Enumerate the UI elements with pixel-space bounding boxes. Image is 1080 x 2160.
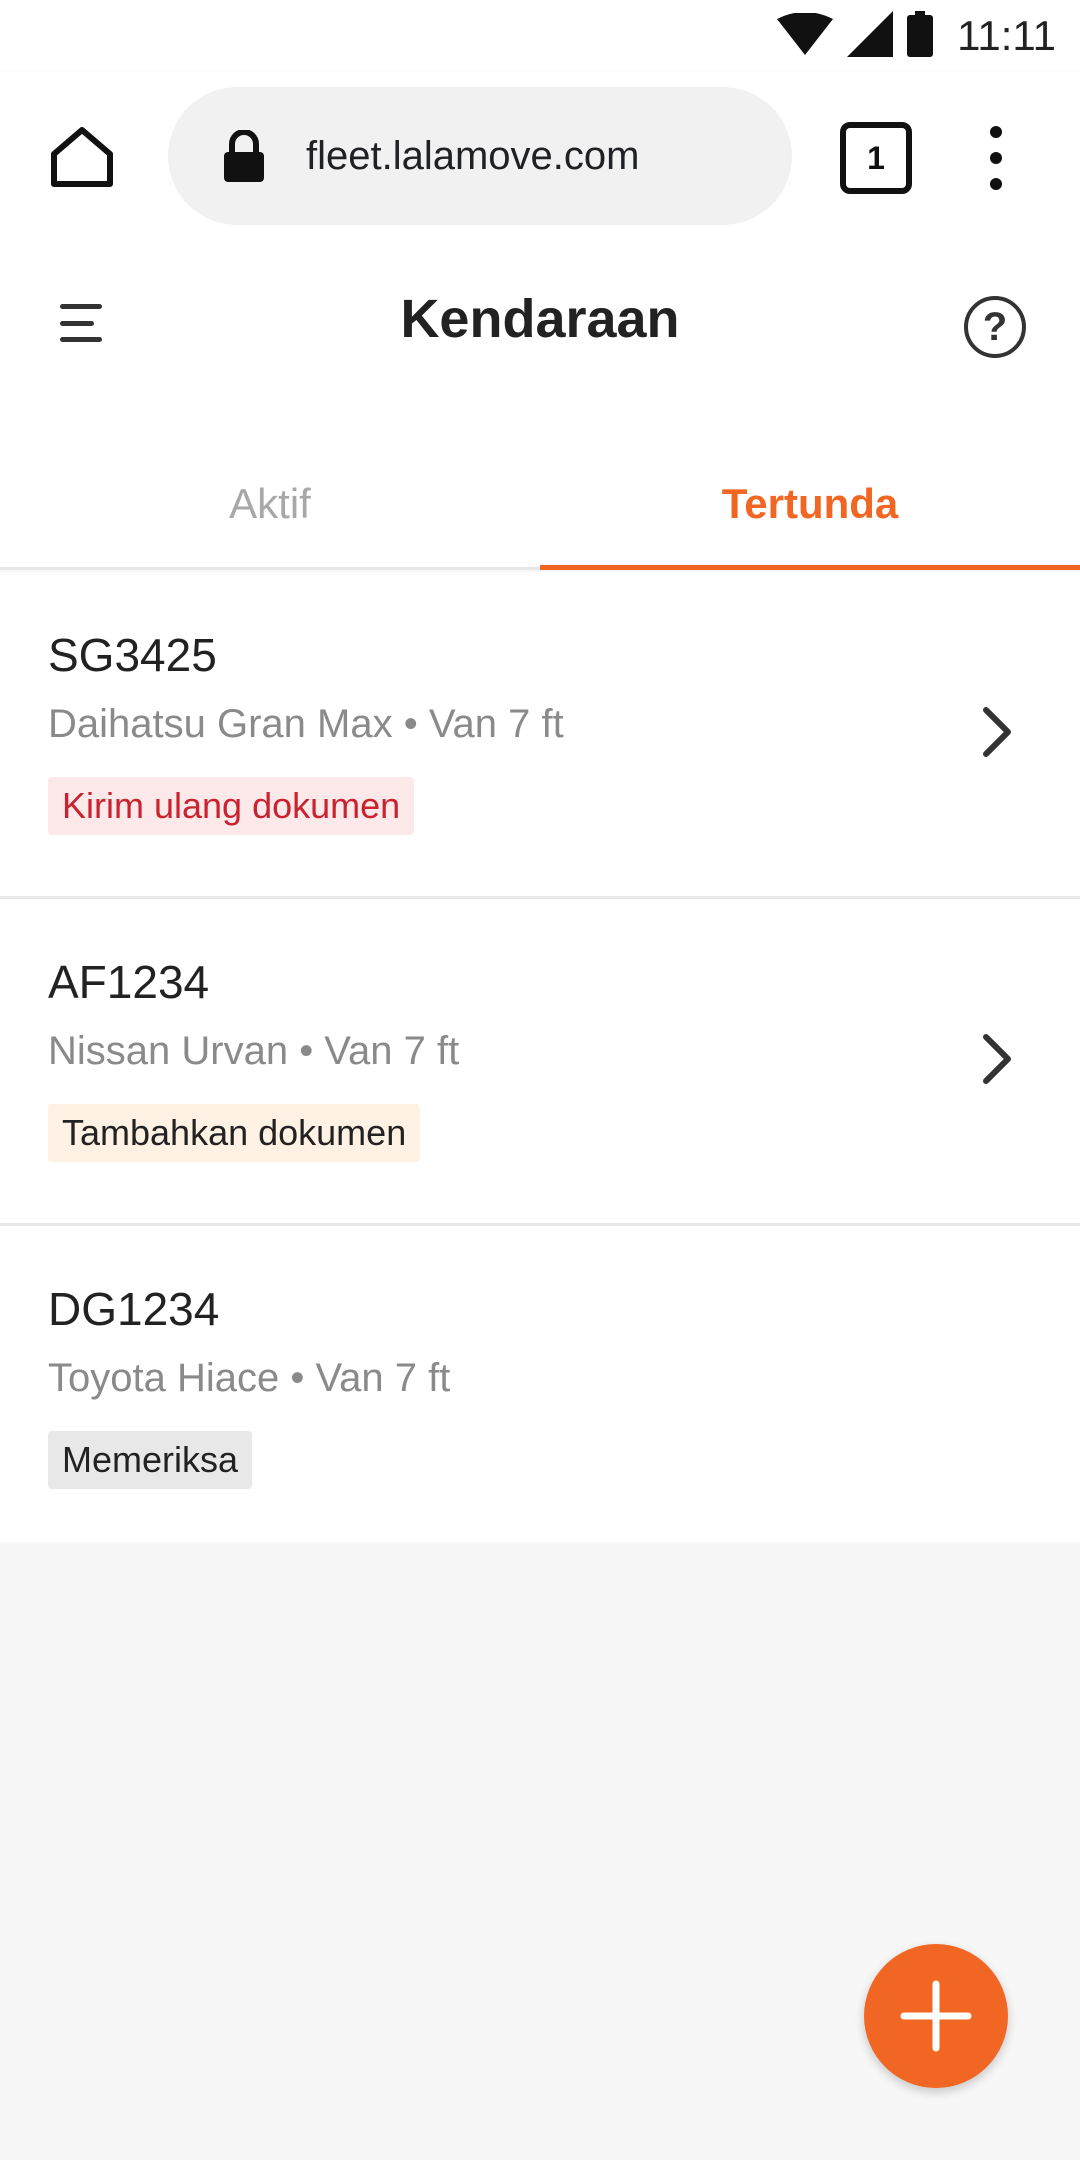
lock-icon	[224, 129, 268, 183]
vehicle-item[interactable]: SG3425 Daihatsu Gran Max • Van 7 ft Kiri…	[0, 572, 1080, 899]
vehicle-plate: SG3425	[48, 629, 217, 681]
home-icon	[51, 127, 113, 187]
vehicle-description: Toyota Hiace • Van 7 ft	[48, 1356, 451, 1400]
plus-icon	[900, 1980, 972, 2052]
home-button[interactable]	[40, 118, 124, 194]
browser-toolbar: fleet.lalamove.com 1	[0, 72, 1080, 240]
vehicle-description: Daihatsu Gran Max • Van 7 ft	[48, 702, 564, 746]
tab-switcher-button[interactable]: 1	[840, 122, 912, 194]
status-badge: Memeriksa	[48, 1431, 253, 1489]
chevron-right-icon	[983, 707, 1011, 757]
more-vert-icon[interactable]	[972, 120, 1020, 196]
tab-bar: Aktif Tertunda	[0, 440, 1080, 570]
status-badge: Kirim ulang dokumen	[48, 777, 415, 835]
status-time: 11:11	[957, 12, 1056, 59]
add-vehicle-button[interactable]	[864, 1944, 1008, 2088]
status-badge: Tambahkan dokumen	[48, 1104, 421, 1162]
signal-icon	[847, 10, 894, 62]
url-bar[interactable]: fleet.lalamove.com	[168, 87, 792, 225]
chevron-right-icon	[983, 1034, 1011, 1084]
page-title: Kendaraan	[400, 289, 680, 349]
app-header: Kendaraan ? Aktif Tertunda	[0, 240, 1080, 570]
tab-tertunda[interactable]: Tertunda	[540, 440, 1080, 570]
vehicle-plate: AF1234	[48, 956, 210, 1008]
tab-aktif[interactable]: Aktif	[0, 440, 540, 567]
status-bar: 11:11	[0, 0, 1080, 72]
vehicle-item[interactable]: DG1234 Toyota Hiace • Van 7 ft Memeriksa	[0, 1226, 1080, 1542]
vehicle-item[interactable]: AF1234 Nissan Urvan • Van 7 ft Tambahkan…	[0, 899, 1080, 1226]
battery-icon	[907, 10, 934, 62]
vehicle-description: Nissan Urvan • Van 7 ft	[48, 1029, 460, 1073]
wifi-icon	[777, 11, 834, 60]
page: 11:11 fleet.lalamove.com 1 Kendaraan ? A…	[0, 0, 1080, 2160]
vehicle-list: SG3425 Daihatsu Gran Max • Van 7 ft Kiri…	[0, 572, 1080, 1542]
vehicle-plate: DG1234	[48, 1283, 220, 1335]
url-text: fleet.lalamove.com	[306, 133, 640, 178]
help-icon[interactable]: ?	[964, 296, 1026, 358]
